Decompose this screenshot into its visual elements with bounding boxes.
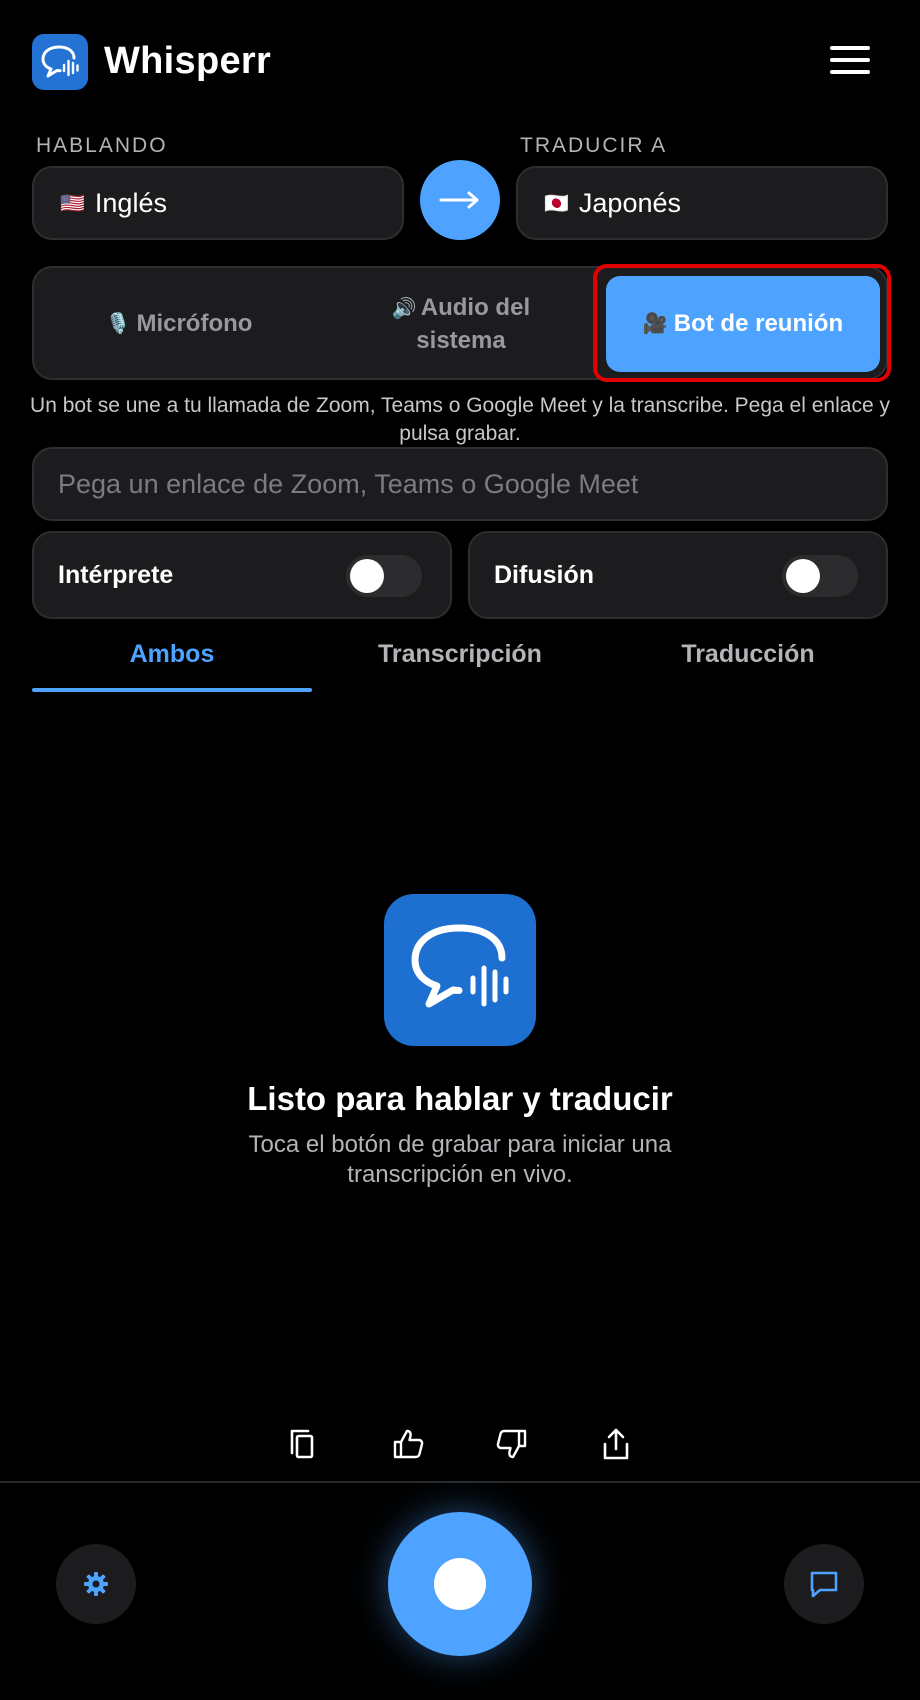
empty-state-subtitle: Toca el botón de grabar para iniciar una… — [248, 1131, 672, 1188]
empty-state-logo — [384, 894, 536, 1046]
interpreter-toggle-card: Intérprete — [32, 531, 452, 619]
app-title: Whisperr — [104, 40, 272, 82]
broadcast-label: Difusión — [494, 561, 594, 589]
us-flag-icon: 🇺🇸 — [60, 192, 85, 215]
japan-flag-icon: 🇯🇵 — [544, 192, 569, 215]
tab-translation[interactable]: Traducción — [608, 640, 888, 669]
interpreter-label: Intérprete — [58, 561, 174, 589]
chat-icon — [810, 1571, 838, 1598]
interpreter-switch[interactable] — [346, 555, 422, 597]
speaker-icon: 🔊 — [391, 297, 417, 320]
tab-transcription[interactable]: Transcripción — [320, 640, 600, 669]
record-button[interactable] — [388, 1512, 532, 1656]
thumbs-down-icon[interactable] — [490, 1422, 534, 1466]
record-icon — [434, 1558, 486, 1610]
chat-waveform-icon — [411, 924, 509, 1008]
thumbs-up-icon[interactable] — [386, 1422, 430, 1466]
arrow-right-icon — [439, 191, 479, 209]
switch-knob — [350, 559, 384, 593]
source-option-label: Bot de reunión — [673, 310, 844, 337]
source-option-microphone[interactable]: 🎙️ Micrófono — [42, 276, 316, 372]
chat-button[interactable] — [784, 1544, 864, 1624]
app-logo — [32, 34, 88, 90]
audio-source-selector: 🎙️ Micrófono 🔊 Audio del sistema 🎥 Bot de… — [32, 266, 888, 380]
active-tab-indicator — [32, 688, 312, 692]
settings-button[interactable] — [56, 1544, 136, 1624]
swap-languages-button[interactable] — [420, 160, 500, 240]
source-language-label: HABLANDO — [36, 134, 168, 157]
app-header: Whisperr — [0, 0, 920, 125]
source-option-label: Micrófono — [136, 310, 253, 337]
source-option-label: Audio del sistema — [416, 293, 531, 354]
meeting-link-input[interactable] — [32, 447, 888, 521]
switch-knob — [786, 559, 820, 593]
tab-both[interactable]: Ambos — [32, 640, 312, 669]
source-option-meeting-bot[interactable]: 🎥 Bot de reunión — [606, 276, 880, 372]
target-language-value: Japonés — [578, 187, 681, 218]
meeting-bot-helper-text: Un bot se une a tu llamada de Zoom, Team… — [30, 394, 890, 445]
share-icon[interactable] — [594, 1422, 638, 1466]
copy-icon[interactable] — [280, 1422, 324, 1466]
hamburger-menu-icon[interactable] — [830, 46, 870, 78]
source-option-system-audio[interactable]: 🔊 Audio del sistema — [324, 276, 598, 372]
target-language-label: TRADUCIR A — [520, 134, 668, 157]
empty-state-title: Listo para hablar y traducir — [247, 1080, 673, 1117]
source-language-select[interactable]: 🇺🇸 Inglés — [32, 166, 404, 240]
broadcast-toggle-card: Difusión — [468, 531, 888, 619]
bottom-bar-divider — [0, 1481, 920, 1483]
chat-waveform-icon — [41, 45, 79, 78]
movie-camera-icon: 🎥 — [642, 313, 668, 335]
gear-icon — [84, 1572, 108, 1596]
target-language-select[interactable]: 🇯🇵 Japonés — [516, 166, 888, 240]
source-language-value: Inglés — [94, 187, 167, 218]
broadcast-switch[interactable] — [782, 555, 858, 597]
microphone-icon: 🎙️ — [105, 313, 131, 335]
